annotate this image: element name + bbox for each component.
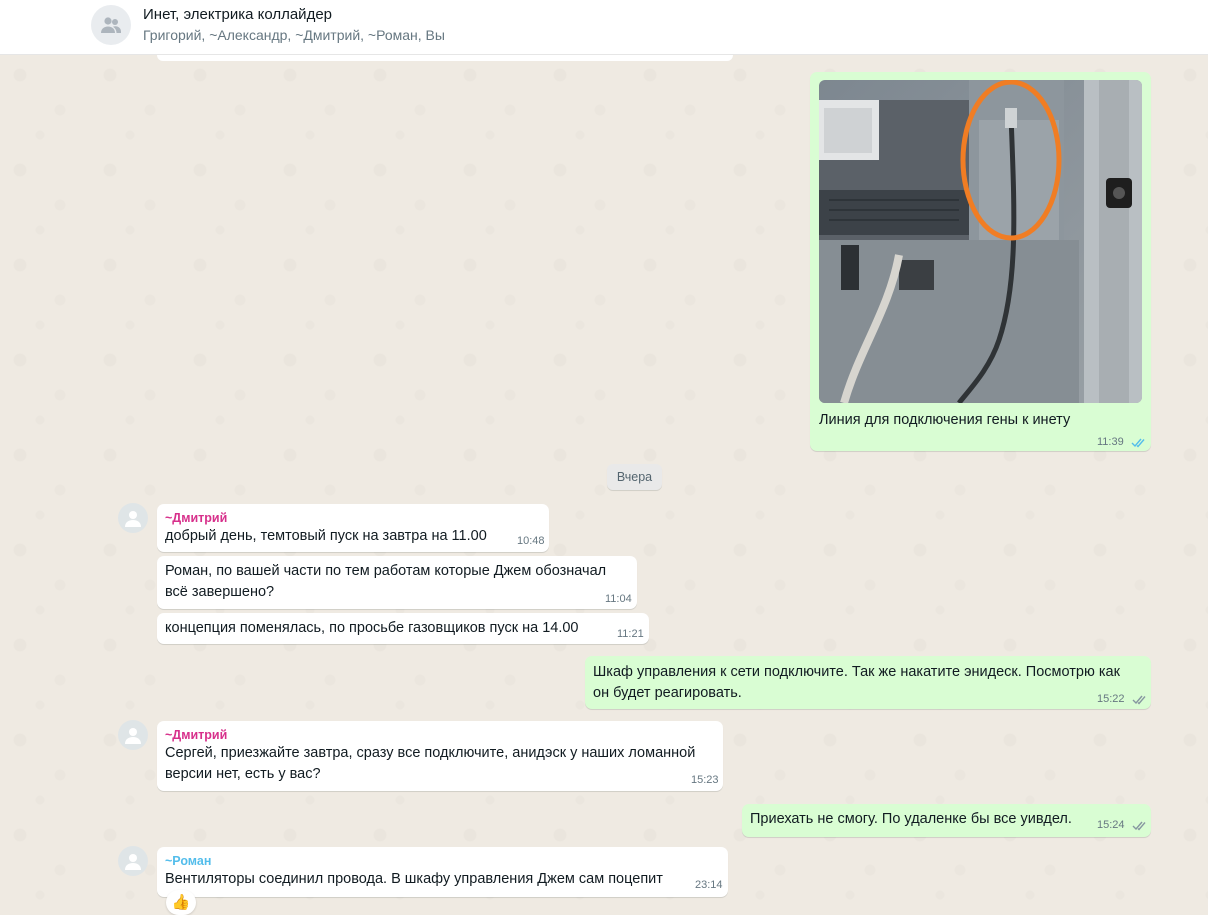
double-check-icon bbox=[1131, 438, 1145, 448]
incoming-message[interactable]: концепция поменялась, по просьбе газовщи… bbox=[157, 613, 649, 644]
chat-participants: Григорий, ~Александр, ~Дмитрий, ~Роман, … bbox=[143, 27, 445, 43]
message-text-line: всё завершено? bbox=[165, 584, 275, 600]
group-icon bbox=[101, 17, 121, 33]
outgoing-message[interactable]: Шкаф управления к сети подключите. Так ж… bbox=[585, 656, 1151, 709]
sender-avatar[interactable] bbox=[118, 720, 148, 750]
message-time-text: 15:24 bbox=[1097, 819, 1125, 831]
message-text: добрый день, темтовый пуск на завтра на … bbox=[165, 528, 487, 544]
message-list[interactable]: Линия для подключения гены к инету 11:39… bbox=[0, 55, 1208, 915]
user-icon bbox=[125, 511, 141, 527]
message-text-line: версии нет, есть у вас? bbox=[165, 766, 321, 782]
chat-window: Инет, электрика коллайдер Григорий, ~Але… bbox=[0, 0, 1208, 915]
sender-name[interactable]: ~Роман bbox=[165, 853, 211, 869]
photo-caption: Линия для подключения гены к инету bbox=[819, 412, 1071, 428]
message-photo[interactable] bbox=[819, 80, 1142, 403]
message-text: Приехать не смогу. По удаленке бы все уи… bbox=[750, 811, 1072, 827]
sender-name[interactable]: ~Дмитрий bbox=[165, 510, 227, 526]
sender-name[interactable]: ~Дмитрий bbox=[165, 727, 227, 743]
message-time: 15:24 bbox=[1097, 818, 1148, 832]
message-text: концепция поменялась, по просьбе газовщи… bbox=[165, 620, 579, 636]
message-text-line: он будет реагировать. bbox=[593, 685, 742, 701]
chat-header[interactable]: Инет, электрика коллайдер Григорий, ~Але… bbox=[0, 0, 1208, 55]
double-check-icon bbox=[1132, 821, 1146, 831]
double-check-icon bbox=[1132, 695, 1146, 705]
outgoing-photo-message[interactable]: Линия для подключения гены к инету 11:39 bbox=[810, 72, 1151, 451]
date-separator: Вчера bbox=[607, 464, 662, 490]
message-time-text: 15:22 bbox=[1097, 693, 1125, 705]
incoming-message[interactable]: ~Дмитрий добрый день, темтовый пуск на з… bbox=[157, 504, 549, 552]
message-time: 15:23 bbox=[691, 774, 719, 786]
message-text-line: Сергей, приезжайте завтра, сразу все под… bbox=[165, 745, 696, 761]
message-time: 11:04 bbox=[605, 593, 632, 605]
photo-image bbox=[819, 80, 1142, 403]
incoming-message[interactable]: ~Дмитрий Сергей, приезжайте завтра, сраз… bbox=[157, 721, 723, 791]
chat-title[interactable]: Инет, электрика коллайдер bbox=[143, 6, 332, 23]
outgoing-message[interactable]: Приехать не смогу. По удаленке бы все уи… bbox=[742, 804, 1151, 837]
group-avatar[interactable] bbox=[91, 5, 131, 45]
message-time: 23:14 bbox=[695, 879, 723, 891]
message-text: Вентиляторы соединил провода. В шкафу уп… bbox=[165, 871, 663, 887]
sender-avatar[interactable] bbox=[118, 503, 148, 533]
user-icon bbox=[125, 854, 141, 870]
reaction-badge[interactable]: 👍 bbox=[166, 890, 196, 915]
incoming-message[interactable]: Роман, по вашей части по тем работам кот… bbox=[157, 556, 637, 609]
previous-message-edge bbox=[157, 55, 733, 61]
sender-avatar[interactable] bbox=[118, 846, 148, 876]
message-time: 10:48 bbox=[517, 535, 545, 547]
message-text-line: Шкаф управления к сети подключите. Так ж… bbox=[593, 664, 1120, 680]
user-icon bbox=[125, 728, 141, 744]
message-time: 11:39 bbox=[1097, 435, 1147, 449]
message-time: 15:22 bbox=[1097, 692, 1148, 706]
message-time: 11:21 bbox=[617, 628, 644, 640]
message-text-line: Роман, по вашей части по тем работам кот… bbox=[165, 563, 607, 579]
incoming-message[interactable]: ~Роман Вентиляторы соединил провода. В ш… bbox=[157, 847, 728, 897]
message-time-text: 11:39 bbox=[1097, 436, 1124, 448]
